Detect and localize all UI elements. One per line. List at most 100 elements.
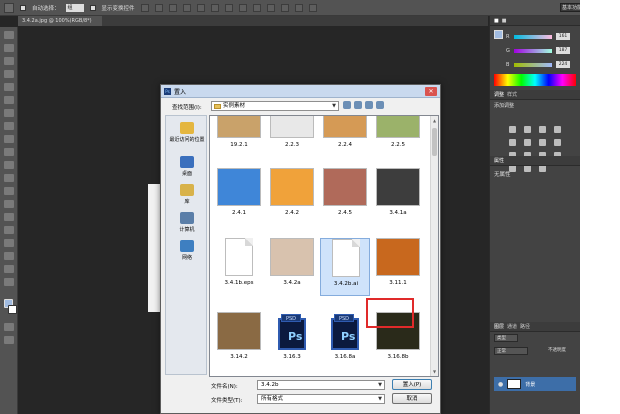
adjustments-tab[interactable]: 调整	[494, 91, 504, 98]
document-tab[interactable]: 3.4.2a.jpg @ 100%(RGB/8*)	[18, 16, 102, 26]
dodge-tool-icon[interactable]	[4, 200, 14, 208]
file-item[interactable]: 3.11.1	[373, 238, 423, 296]
distribute-bottom-icon[interactable]	[252, 3, 261, 12]
chevron-down-icon[interactable]: ▼	[378, 381, 382, 390]
pen-tool-icon[interactable]	[4, 213, 14, 221]
green-gradient[interactable]	[514, 49, 552, 53]
file-type-dropdown[interactable]: 所有格式 ▼	[257, 394, 385, 404]
file-list-scrollbar[interactable]: ▲ ▼	[430, 116, 438, 376]
vibrance-icon[interactable]	[509, 139, 516, 146]
clone-stamp-tool-icon[interactable]	[4, 135, 14, 143]
auto-select-dropdown[interactable]: 组	[65, 3, 84, 12]
distribute-middle-icon[interactable]	[238, 3, 247, 12]
file-item-selected[interactable]: 3.4.2b.ai	[320, 238, 370, 296]
transform-controls-checkbox[interactable]	[89, 4, 96, 11]
crop-tool-icon[interactable]	[4, 83, 14, 91]
quick-select-tool-icon[interactable]	[4, 70, 14, 78]
dialog-title-bar[interactable]: Ps 置入 ✕	[161, 85, 440, 98]
blue-gradient[interactable]	[514, 63, 552, 67]
file-item[interactable]: PSD Ps 3.16.8a	[320, 312, 370, 370]
file-item[interactable]: 19.2.1	[214, 116, 264, 158]
scroll-down-icon[interactable]: ▼	[432, 369, 437, 374]
align-right-icon[interactable]	[210, 3, 219, 12]
red-gradient[interactable]	[514, 35, 552, 39]
file-item[interactable]: 2.4.1	[214, 168, 264, 226]
file-item[interactable]: 2.2.5	[373, 116, 423, 158]
gradient-tool-icon[interactable]	[4, 174, 14, 182]
red-slider[interactable]: R 161	[506, 33, 576, 40]
layer-filter-kind[interactable]: 类型	[494, 334, 518, 342]
file-item[interactable]: 2.2.4	[320, 116, 370, 158]
properties-tab[interactable]: 属性	[494, 157, 504, 164]
color-panel-tab[interactable]: ■	[494, 18, 499, 24]
black-white-icon[interactable]	[553, 139, 561, 146]
healing-brush-tool-icon[interactable]	[4, 109, 14, 117]
blue-value[interactable]: 224	[556, 61, 570, 68]
history-brush-tool-icon[interactable]	[4, 148, 14, 156]
gradient-map-icon[interactable]	[523, 165, 531, 172]
eyedropper-tool-icon[interactable]	[4, 96, 14, 104]
distribute-center-icon[interactable]	[280, 3, 289, 12]
document-canvas[interactable]	[148, 184, 160, 312]
scroll-up-icon[interactable]: ▲	[432, 118, 437, 123]
path-select-tool-icon[interactable]	[4, 239, 14, 247]
curves-icon[interactable]	[538, 126, 546, 133]
color-spectrum[interactable]	[494, 74, 576, 86]
up-folder-icon[interactable]	[354, 101, 362, 109]
distribute-top-icon[interactable]	[224, 3, 233, 12]
align-middle-icon[interactable]	[154, 3, 163, 12]
styles-tab[interactable]: 样式	[507, 91, 517, 98]
place-network[interactable]: 网络	[166, 240, 208, 261]
eraser-tool-icon[interactable]	[4, 161, 14, 169]
blend-mode-dropdown[interactable]: 正常	[494, 347, 528, 355]
file-list[interactable]: ▲ ▼ 19.2.1 2.2.3 2.2.4 2.2.5 2.4.1 2.4.2…	[209, 115, 439, 377]
visibility-eye-icon[interactable]: ●	[498, 381, 503, 388]
channels-tab[interactable]: 通道	[507, 323, 517, 330]
green-slider[interactable]: G 187	[506, 47, 576, 54]
layer-name[interactable]: 背景	[525, 381, 535, 388]
chevron-down-icon[interactable]: ▼	[378, 395, 382, 404]
file-name-input[interactable]: 3.4.2b ▼	[257, 380, 385, 390]
place-recent[interactable]: 最近访问的位置	[166, 122, 208, 143]
new-folder-icon[interactable]	[365, 101, 373, 109]
place-desktop[interactable]: 桌面	[166, 156, 208, 177]
brush-tool-icon[interactable]	[4, 122, 14, 130]
paths-tab[interactable]: 路径	[520, 323, 530, 330]
layers-tab[interactable]: 图层	[494, 323, 504, 330]
place-libraries[interactable]: 库	[166, 184, 208, 205]
move-tool-icon[interactable]	[4, 31, 14, 39]
swatches-panel-tab[interactable]: ■	[502, 18, 507, 24]
lasso-tool-icon[interactable]	[4, 57, 14, 65]
look-in-dropdown[interactable]: 实例素材 ▼	[211, 101, 339, 111]
layer-row-background[interactable]: ● 背景	[494, 377, 576, 391]
hand-tool-icon[interactable]	[4, 265, 14, 273]
zoom-tool-icon[interactable]	[4, 278, 14, 286]
blur-tool-icon[interactable]	[4, 187, 14, 195]
back-icon[interactable]	[343, 101, 351, 109]
cancel-button[interactable]: 取消	[392, 393, 432, 404]
file-item[interactable]: 3.4.1b.eps	[214, 238, 264, 296]
scrollbar-thumb[interactable]	[432, 128, 437, 156]
brightness-icon[interactable]	[509, 126, 516, 133]
distribute-right-icon[interactable]	[294, 3, 303, 12]
place-button[interactable]: 置入(P)	[392, 379, 432, 390]
file-item[interactable]: PSD Ps 3.16.3	[267, 312, 317, 370]
close-button[interactable]: ✕	[425, 87, 437, 96]
file-item[interactable]: 3.4.1a	[373, 168, 423, 226]
exposure-icon[interactable]	[553, 126, 561, 133]
levels-icon[interactable]	[523, 126, 531, 133]
file-item[interactable]: 3.4.2a	[267, 238, 317, 296]
view-menu-icon[interactable]	[376, 101, 384, 109]
green-value[interactable]: 187	[556, 47, 570, 54]
file-item[interactable]: 2.2.3	[267, 116, 317, 158]
align-left-icon[interactable]	[182, 3, 191, 12]
marquee-tool-icon[interactable]	[4, 44, 14, 52]
hue-saturation-icon[interactable]	[523, 139, 531, 146]
auto-align-icon[interactable]	[308, 3, 317, 12]
file-item[interactable]: 3.14.2	[214, 312, 264, 370]
background-color-swatch[interactable]	[8, 305, 17, 314]
color-panel-foreground-swatch[interactable]	[494, 30, 503, 39]
color-balance-icon[interactable]	[538, 139, 546, 146]
place-computer[interactable]: 计算机	[166, 212, 208, 233]
screen-mode-icon[interactable]	[4, 336, 14, 344]
